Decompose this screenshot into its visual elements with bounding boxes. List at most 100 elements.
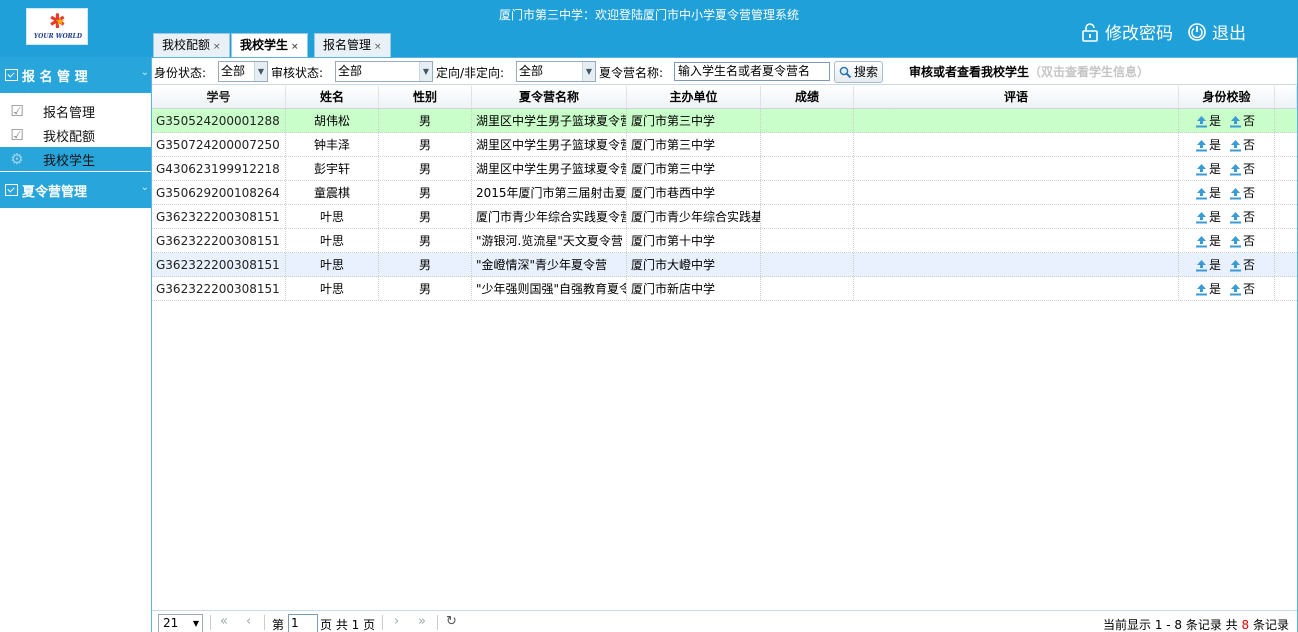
verify-yes-label: 是: [1209, 210, 1222, 224]
verify-yes-button[interactable]: 是: [1195, 109, 1221, 132]
tab-registration[interactable]: 报名管理 ×: [314, 33, 391, 57]
table-row[interactable]: G350524200001288 胡伟松男湖里区中学生男子篮球夏令营 厦门市第三中学…: [152, 109, 1297, 133]
page-prefix: 第: [272, 618, 285, 632]
verify-yes-button[interactable]: 是: [1195, 181, 1221, 204]
cell-id: G350724200007250: [152, 133, 286, 156]
pager-divider: [210, 615, 211, 630]
edit-icon: ☑: [10, 102, 24, 120]
cell-gender: 男: [379, 109, 472, 132]
sidebar-item-school-students[interactable]: ⚙ 我校学生: [0, 147, 151, 171]
identity-label: 身份状态:: [154, 66, 207, 80]
sidebar-section-camp[interactable]: 夏令营管理 ⌄: [0, 172, 151, 208]
cell-spacer: [1275, 229, 1297, 252]
sidebar-item-registration[interactable]: ☑ 报名管理: [0, 99, 151, 123]
table-row[interactable]: G362322200308151 叶思男 "少年强则国强"自强教育夏令营 厦门市新店中…: [152, 277, 1297, 301]
verify-yes-button[interactable]: 是: [1195, 277, 1221, 300]
cell-identity-check: 是否: [1179, 205, 1275, 228]
last-page-icon[interactable]: »: [418, 614, 426, 629]
change-password-link[interactable]: 修改密码: [1080, 19, 1173, 44]
power-icon: [1188, 22, 1206, 41]
col-header-score[interactable]: 成绩: [761, 86, 854, 108]
table-row[interactable]: G362322200308151 叶思男 "游银河.览流星"天文夏令营 厦门市第十中学…: [152, 229, 1297, 253]
cell-camp: 厦门市青少年综合实践夏令营: [472, 205, 627, 228]
audit-select[interactable]: 全部 ▼: [335, 61, 433, 82]
upload-icon: [1196, 115, 1207, 127]
cell-score: [761, 109, 854, 132]
col-header-name[interactable]: 姓名: [286, 86, 379, 108]
first-page-icon[interactable]: «: [220, 614, 228, 629]
cell-host: 厦门市第三中学: [627, 109, 761, 132]
cell-score: [761, 157, 854, 180]
direction-value: 全部: [519, 64, 544, 78]
cell-spacer: [1275, 181, 1297, 204]
table-row[interactable]: G350724200007250 钟丰泽男湖里区中学生男子篮球夏令营 厦门市第三中学…: [152, 133, 1297, 157]
col-header-camp[interactable]: 夏令营名称: [472, 86, 627, 108]
cell-comment: [854, 277, 1179, 300]
tab-label: 我校配额: [162, 38, 211, 52]
verify-no-button[interactable]: 否: [1229, 205, 1255, 228]
verify-no-button[interactable]: 否: [1229, 109, 1255, 132]
col-header-comment[interactable]: 评语: [854, 86, 1179, 108]
grid-body: G350524200001288 胡伟松男湖里区中学生男子篮球夏令营 厦门市第三中学…: [152, 109, 1297, 301]
tab-school-quota[interactable]: 我校配额 ×: [153, 33, 230, 57]
verify-yes-button[interactable]: 是: [1195, 253, 1221, 276]
page-number-input[interactable]: 1: [288, 614, 318, 632]
verify-no-button[interactable]: 否: [1229, 253, 1255, 276]
verify-yes-label: 是: [1209, 186, 1222, 200]
close-icon[interactable]: ×: [374, 42, 382, 52]
verify-no-button[interactable]: 否: [1229, 133, 1255, 156]
upload-icon: [1230, 163, 1242, 175]
verify-no-button[interactable]: 否: [1229, 181, 1255, 204]
col-header-identity-check[interactable]: 身份校验: [1179, 86, 1275, 108]
verify-no-button[interactable]: 否: [1229, 229, 1255, 252]
cell-name: 胡伟松: [286, 109, 379, 132]
refresh-icon[interactable]: ↻: [446, 614, 457, 629]
table-row[interactable]: G430623199912218 彭宇轩男湖里区中学生男子篮球夏令营 厦门市第三中学…: [152, 157, 1297, 181]
cell-name: 叶思: [286, 205, 379, 228]
page-suffix: 页 共 1 页: [320, 618, 376, 632]
cell-identity-check: 是否: [1179, 181, 1275, 204]
identity-select[interactable]: 全部 ▼: [218, 61, 268, 82]
cell-gender: 男: [379, 253, 472, 276]
table-row[interactable]: G362322200308151 叶思男厦门市青少年综合实践夏令营 厦门市青少年综合…: [152, 205, 1297, 229]
col-header-host[interactable]: 主办单位: [627, 86, 761, 108]
cell-name: 叶思: [286, 277, 379, 300]
table-row[interactable]: G362322200308151 叶思男 "金嶝情深"青少年夏令营 厦门市大嶝中学是否: [152, 253, 1297, 277]
edit-icon: ☑: [10, 126, 24, 144]
logout-link[interactable]: 退出: [1187, 19, 1246, 44]
cell-name: 叶思: [286, 229, 379, 252]
chevron-down-icon: ▼: [419, 62, 432, 81]
audit-value: 全部: [338, 64, 363, 78]
close-icon[interactable]: ×: [213, 42, 221, 52]
sidebar-item-school-quota[interactable]: ☑ 我校配额: [0, 123, 151, 147]
verify-yes-button[interactable]: 是: [1195, 133, 1221, 156]
col-header-id[interactable]: 学号: [152, 86, 286, 108]
collapse-icon: ⌄: [140, 67, 149, 78]
page-size-select[interactable]: 21 ▼: [158, 614, 203, 632]
col-header-gender[interactable]: 性别: [379, 86, 472, 108]
table-row[interactable]: G350629200108264童震棋男2015年厦门市第三届射击夏令营厦门市巷…: [152, 181, 1297, 205]
filter-toolbar: 身份状态: 全部 ▼ 审核状态: 全部 ▼ 定向/非定向: 全部 ▼ 夏令营名称…: [152, 58, 1297, 85]
verify-yes-button[interactable]: 是: [1195, 157, 1221, 180]
cell-camp: "金嶝情深"青少年夏令营: [472, 253, 627, 276]
verify-no-button[interactable]: 否: [1229, 157, 1255, 180]
sidebar-section-registration[interactable]: 报 名 管 理 ⌄: [0, 57, 151, 93]
prev-page-icon[interactable]: ‹: [246, 614, 251, 629]
next-page-icon[interactable]: ›: [394, 614, 399, 629]
direction-select[interactable]: 全部 ▼: [516, 61, 596, 82]
tab-school-students[interactable]: 我校学生 ×: [231, 33, 308, 58]
chevron-down-icon: ▼: [192, 619, 199, 628]
verify-yes-label: 是: [1209, 162, 1222, 176]
search-button[interactable]: 搜索: [834, 61, 884, 83]
camp-search-input[interactable]: 输入学生名或者夏令营名: [674, 62, 830, 81]
verify-no-button[interactable]: 否: [1229, 277, 1255, 300]
close-icon[interactable]: ×: [291, 42, 299, 52]
cell-host: 厦门市大嶝中学: [627, 253, 761, 276]
section-check-icon: [5, 184, 18, 196]
verify-yes-button[interactable]: 是: [1195, 229, 1221, 252]
gear-icon: ⚙: [10, 150, 24, 168]
verify-yes-button[interactable]: 是: [1195, 205, 1221, 228]
cell-comment: [854, 133, 1179, 156]
verify-no-label: 否: [1243, 258, 1256, 272]
upload-icon: [1196, 139, 1207, 151]
